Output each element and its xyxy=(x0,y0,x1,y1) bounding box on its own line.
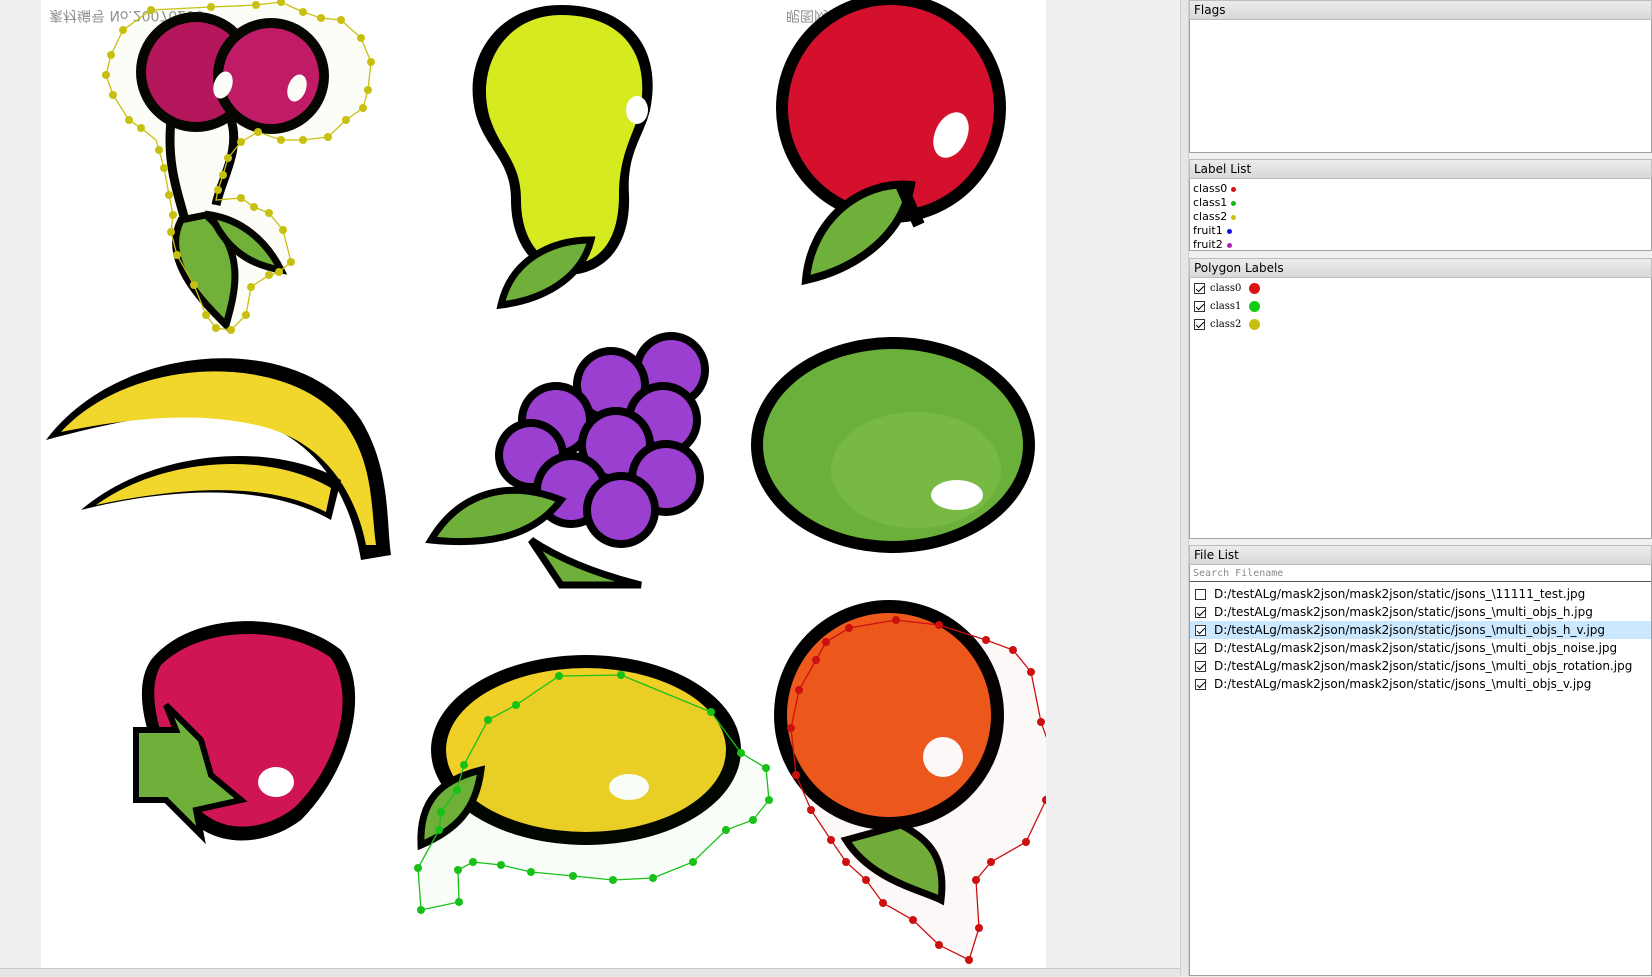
polygon-class0[interactable] xyxy=(787,616,1046,964)
checkbox[interactable] xyxy=(1195,679,1206,690)
polygon-label-item-class1[interactable]: class1 xyxy=(1190,298,1651,316)
label-list-item-class2[interactable]: class2 xyxy=(1190,210,1651,224)
color-dot-icon xyxy=(1249,283,1261,294)
color-dot-icon xyxy=(1226,242,1232,248)
label-list-title: Label List xyxy=(1189,159,1652,179)
label-list-item-class0[interactable]: class0 xyxy=(1190,182,1651,196)
watermelon-illustration xyxy=(751,337,1035,553)
file-list-panel: Search Filename D:/testALg/mask2json/mas… xyxy=(1189,565,1652,976)
polygon-labels-title: Polygon Labels xyxy=(1189,258,1652,278)
file-path: D:/testALg/mask2json/mask2json/static/js… xyxy=(1214,659,1633,673)
checkbox[interactable] xyxy=(1194,319,1205,330)
label-list-item-class1[interactable]: class1 xyxy=(1190,196,1651,210)
checkbox[interactable] xyxy=(1194,283,1205,294)
banana-illustration xyxy=(46,358,391,560)
checkbox[interactable] xyxy=(1195,625,1206,636)
file-list-item[interactable]: D:/testALg/mask2json/mask2json/static/js… xyxy=(1190,639,1651,657)
pear-illustration xyxy=(472,5,653,310)
label-list-item-fruit2[interactable]: fruit2 xyxy=(1190,238,1651,252)
flags-list[interactable] xyxy=(1189,20,1652,153)
label-name: class0 xyxy=(1193,182,1228,195)
label-name: fruit2 xyxy=(1193,238,1223,251)
file-path: D:/testALg/mask2json/mask2json/static/js… xyxy=(1214,587,1586,601)
file-path: D:/testALg/mask2json/mask2json/static/js… xyxy=(1214,641,1618,655)
file-list-title: File List xyxy=(1189,545,1652,565)
polygon-label-item-class2[interactable]: class2 xyxy=(1190,316,1651,334)
color-dot-icon xyxy=(1249,301,1261,312)
polygon-label-name: class2 xyxy=(1210,319,1242,330)
search-input[interactable]: Search Filename xyxy=(1190,565,1651,582)
label-list[interactable]: class0 class1 class2 fruit1 fruit2 xyxy=(1189,179,1652,251)
checkbox[interactable] xyxy=(1195,661,1206,672)
polygon-labels-dock: Polygon Labels class0 class1 class2 xyxy=(1189,258,1652,539)
file-list-item[interactable]: D:/testALg/mask2json/mask2json/static/js… xyxy=(1190,657,1651,675)
flags-title: Flags xyxy=(1189,0,1652,20)
dock-splitter[interactable] xyxy=(1180,0,1189,976)
file-list[interactable]: D:/testALg/mask2json/mask2json/static/js… xyxy=(1190,582,1651,693)
label-name: fruit1 xyxy=(1193,224,1223,237)
color-dot-icon xyxy=(1249,319,1261,330)
file-list-item[interactable]: D:/testALg/mask2json/mask2json/static/js… xyxy=(1190,585,1651,603)
flags-dock: Flags xyxy=(1189,0,1652,153)
label-list-dock: Label List class0 class1 class2 fruit1 f… xyxy=(1189,159,1652,251)
checkbox[interactable] xyxy=(1195,589,1206,600)
strawberry-illustration xyxy=(133,621,356,845)
polygon-label-name: class0 xyxy=(1210,283,1242,294)
polygon-label-name: class1 xyxy=(1210,301,1242,312)
grapes-illustration xyxy=(425,332,709,589)
label-name: class2 xyxy=(1193,210,1228,223)
file-list-item-selected[interactable]: D:/testALg/mask2json/mask2json/static/js… xyxy=(1190,621,1651,639)
file-list-dock: File List Search Filename D:/testALg/mas… xyxy=(1189,545,1652,976)
file-path: D:/testALg/mask2json/mask2json/static/js… xyxy=(1214,677,1592,691)
label-list-item-fruit1[interactable]: fruit1 xyxy=(1190,224,1651,238)
checkbox[interactable] xyxy=(1195,607,1206,618)
apple-illustration xyxy=(776,0,1006,286)
color-dot-icon xyxy=(1226,228,1232,234)
polygon-label-item-class0[interactable]: class0 xyxy=(1190,280,1651,298)
file-path: D:/testALg/mask2json/mask2json/static/js… xyxy=(1214,623,1606,637)
image-canvas[interactable]: 素材编号 No.20070206 昵图网 www.nipic.com xyxy=(41,0,1046,968)
file-list-item[interactable]: D:/testALg/mask2json/mask2json/static/js… xyxy=(1190,675,1651,693)
checkbox[interactable] xyxy=(1194,301,1205,312)
file-list-item[interactable]: D:/testALg/mask2json/mask2json/static/js… xyxy=(1190,603,1651,621)
color-dot-icon xyxy=(1231,200,1237,206)
polygon-class2[interactable] xyxy=(102,0,375,334)
file-path: D:/testALg/mask2json/mask2json/static/js… xyxy=(1214,605,1593,619)
color-dot-icon xyxy=(1231,214,1237,220)
checkbox[interactable] xyxy=(1195,643,1206,654)
label-name: class1 xyxy=(1193,196,1228,209)
color-dot-icon xyxy=(1231,186,1237,192)
fruit-image xyxy=(46,0,1046,964)
canvas-area[interactable]: 素材编号 No.20070206 昵图网 www.nipic.com xyxy=(0,0,1180,968)
polygon-labels-list[interactable]: class0 class1 class2 xyxy=(1189,278,1652,539)
